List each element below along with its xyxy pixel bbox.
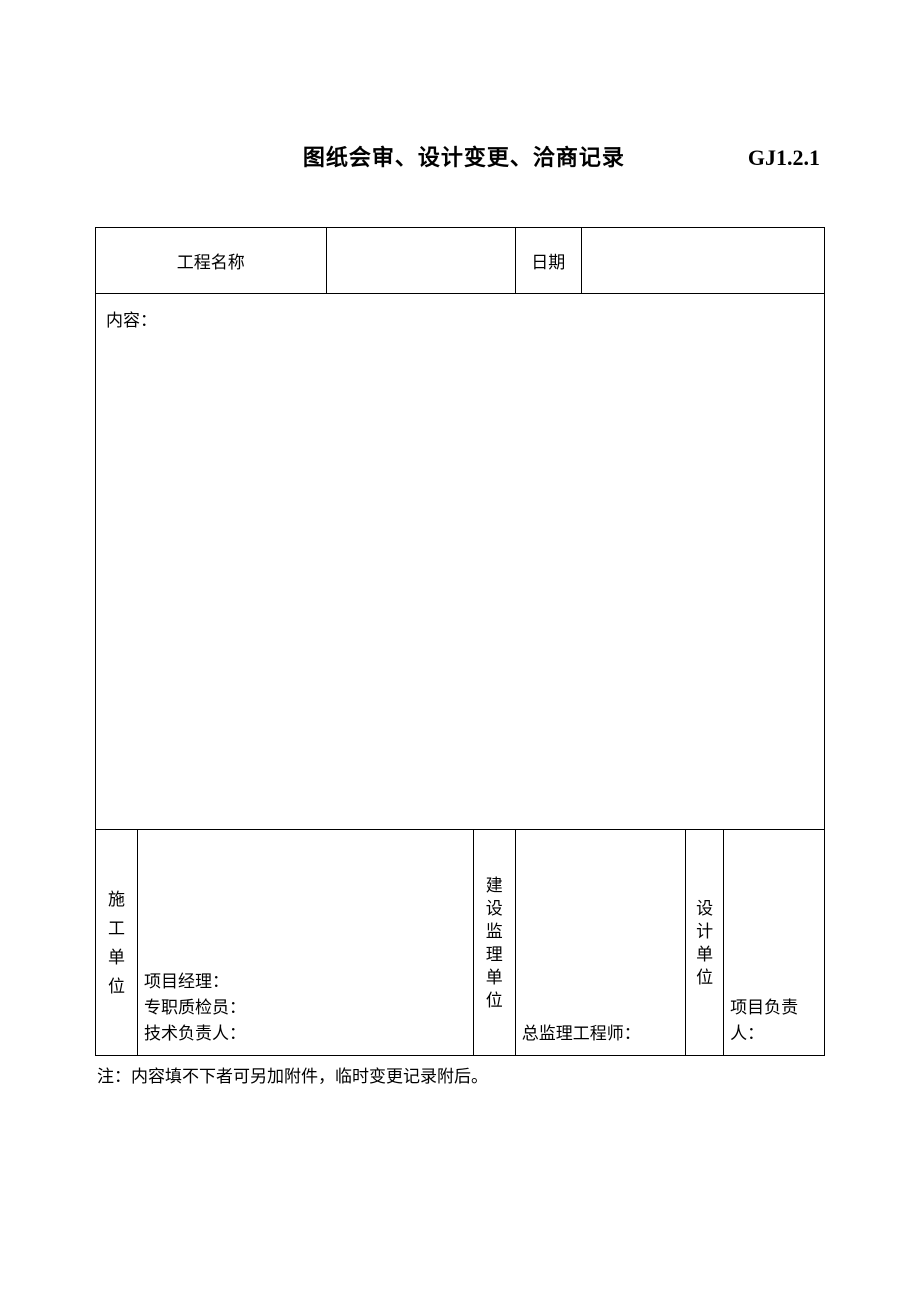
- project-name-label: 工程名称: [96, 228, 327, 294]
- tech-lead-line: 技术负责人：: [144, 1021, 467, 1047]
- form-table: 工程名称 日期 内容： 施 工 单 位 项目经理： 专职质检员： 技术负责: [95, 227, 825, 1056]
- content-cell: 内容：: [96, 294, 825, 830]
- content-label: 内容：: [106, 311, 157, 330]
- form-title: 图纸会审、设计变更、洽商记录: [100, 140, 748, 172]
- date-value: [581, 228, 824, 294]
- date-label: 日期: [515, 228, 581, 294]
- supervision-unit-label: 建 设 监 理 单 位: [473, 830, 515, 1056]
- row-content: 内容：: [96, 294, 825, 830]
- construction-unit-label: 施 工 单 位: [96, 830, 138, 1056]
- quality-inspector-line: 专职质检员：: [144, 995, 467, 1021]
- project-manager-line: 项目经理：: [144, 969, 467, 995]
- design-unit-signatures: 项目负责人：: [724, 830, 825, 1056]
- form-page: 图纸会审、设计变更、洽商记录 GJ1.2.1 工程名称 日期 内容： 施 工 单…: [0, 0, 920, 1087]
- row-signatures: 施 工 单 位 项目经理： 专职质检员： 技术负责人： 建 设 监 理 单 位: [96, 830, 825, 1056]
- chief-supervisor-line: 总监理工程师：: [522, 1021, 679, 1047]
- footer-note: 注：内容填不下者可另加附件，临时变更记录附后。: [95, 1062, 825, 1087]
- project-name-value: [326, 228, 515, 294]
- design-unit-label: 设 计 单 位: [686, 830, 724, 1056]
- row-project-date: 工程名称 日期: [96, 228, 825, 294]
- header: 图纸会审、设计变更、洽商记录 GJ1.2.1: [95, 140, 825, 172]
- project-leader-line: 项目负责人：: [730, 995, 818, 1047]
- supervision-unit-signatures: 总监理工程师：: [515, 830, 685, 1056]
- form-code: GJ1.2.1: [748, 145, 820, 171]
- construction-unit-signatures: 项目经理： 专职质检员： 技术负责人：: [138, 830, 474, 1056]
